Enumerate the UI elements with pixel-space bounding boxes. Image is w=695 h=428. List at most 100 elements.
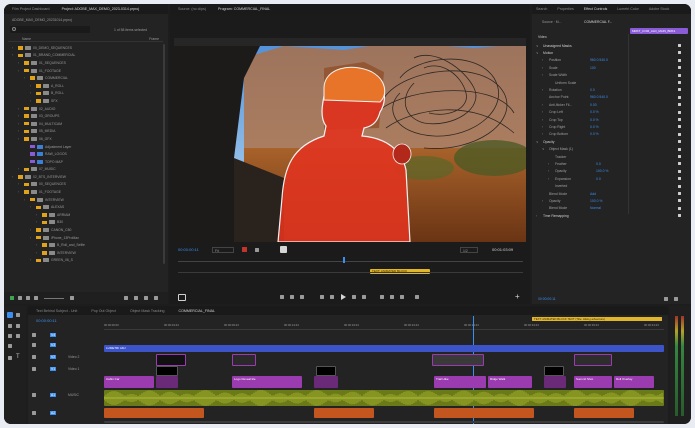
label-color-swatch[interactable]: [36, 228, 41, 232]
project-tree-row[interactable]: › 07_MUSIC: [8, 166, 163, 174]
project-tree-row[interactable]: › CANON_C80: [8, 226, 163, 234]
sfx-audio-clip[interactable]: [314, 408, 374, 418]
disclosure-icon[interactable]: ∨: [536, 44, 540, 48]
v2-clip[interactable]: [156, 366, 178, 376]
sfx-audio-clip[interactable]: [574, 408, 634, 418]
timeline-marker[interactable]: TEXT: ANIMATED BLOCK TEXT (Title: Hiking…: [532, 317, 662, 321]
play-icon[interactable]: [341, 294, 346, 300]
label-color-swatch[interactable]: [24, 114, 29, 118]
label-color-swatch[interactable]: [30, 197, 35, 202]
track-header[interactable]: A2: [32, 410, 100, 418]
disclosure-icon[interactable]: ›: [30, 91, 34, 95]
keyframe-toggle-icon[interactable]: [678, 177, 681, 181]
freeform-view-icon[interactable]: [34, 296, 38, 300]
project-tree-row[interactable]: › 00_SEQUENCES: [8, 181, 163, 189]
insert-icon[interactable]: [242, 247, 247, 252]
pen-tool-icon[interactable]: [16, 334, 20, 338]
disclosure-icon[interactable]: [24, 160, 28, 164]
disclosure-icon[interactable]: ›: [18, 137, 22, 141]
v3-clip[interactable]: [432, 354, 484, 366]
v1-clip[interactable]: Logo Reveal tile: [232, 376, 302, 388]
tab-pop-out[interactable]: Pop Out Object: [91, 309, 116, 313]
effect-property-value[interactable]: Normal: [590, 206, 601, 210]
disclosure-icon[interactable]: ›: [36, 213, 40, 217]
disclosure-icon[interactable]: ›: [30, 258, 34, 262]
project-tree-row[interactable]: › ARRIAM: [8, 211, 163, 219]
zoom-slider[interactable]: [44, 297, 64, 299]
new-item-icon[interactable]: [134, 296, 138, 300]
project-tree-row[interactable]: Adjustment Layer: [8, 143, 163, 151]
lock-icon[interactable]: [32, 393, 36, 397]
project-tree-row[interactable]: › 03_GROUPS: [8, 112, 163, 120]
disclosure-icon[interactable]: ›: [542, 88, 546, 92]
label-color-swatch[interactable]: [24, 121, 29, 126]
tab-program[interactable]: Program: COMMERCIAL_FINAL: [218, 7, 270, 11]
disclosure-icon[interactable]: ›: [30, 84, 34, 88]
label-color-swatch[interactable]: [24, 61, 29, 65]
keyframe-toggle-icon[interactable]: [678, 88, 681, 92]
project-tree-row[interactable]: › INTERVIEW: [8, 196, 163, 204]
effect-property-value[interactable]: 0.00: [590, 103, 597, 107]
timeline-timecode[interactable]: 00:00:00:11: [36, 318, 57, 323]
effect-property-row[interactable]: › Crop Left 0.0 %: [536, 109, 687, 116]
effect-property-row[interactable]: › Anti-flicker Fil... 0.00: [536, 101, 687, 108]
razor-tool-icon[interactable]: [16, 324, 20, 328]
music-audio-clip[interactable]: [104, 390, 664, 406]
go-to-in-icon[interactable]: [320, 295, 324, 299]
effect-property-value[interactable]: 0.0 %: [590, 125, 599, 129]
disclosure-icon[interactable]: ›: [542, 199, 546, 203]
keyframe-toggle-icon[interactable]: [678, 73, 681, 77]
disclosure-icon[interactable]: ›: [36, 220, 40, 224]
effect-property-value[interactable]: 0.0 %: [590, 132, 599, 136]
track-header[interactable]: A1 MUSIC: [32, 392, 100, 400]
label-color-swatch[interactable]: [36, 84, 41, 88]
disclosure-icon[interactable]: ∨: [536, 140, 540, 144]
disclosure-icon[interactable]: [24, 152, 28, 156]
effect-property-value[interactable]: 0.0: [596, 162, 601, 166]
trash-icon[interactable]: [154, 296, 158, 300]
go-to-out-icon[interactable]: [362, 295, 366, 299]
keyframe-toggle-icon[interactable]: [678, 162, 681, 166]
disclosure-icon[interactable]: ›: [12, 175, 16, 179]
effect-property-row[interactable]: ∨ Object Mask (1): [536, 146, 687, 153]
disclosure-icon[interactable]: ›: [548, 169, 552, 173]
tab-project[interactable]: Project: ADOBE_MAX_DEMO_2023-0314.prproj: [62, 7, 140, 11]
disclosure-icon[interactable]: [24, 145, 28, 149]
project-tree-row[interactable]: RAW_LOGOS: [8, 150, 163, 158]
disclosure-icon[interactable]: ›: [12, 53, 16, 57]
disclosure-icon[interactable]: ›: [24, 198, 28, 202]
label-color-swatch[interactable]: [36, 235, 41, 240]
keyframe-toggle-icon[interactable]: [678, 206, 681, 210]
column-name[interactable]: Name: [22, 37, 31, 41]
project-tree-row[interactable]: › GREEN_06_S: [8, 257, 163, 265]
disclosure-icon[interactable]: ∨: [542, 147, 546, 151]
lock-icon[interactable]: [32, 355, 36, 359]
project-tree-row[interactable]: › 01_FOOTAGE: [8, 67, 163, 75]
effect-property-row[interactable]: Blend Mode Add: [536, 190, 687, 197]
disclosure-icon[interactable]: ›: [36, 251, 40, 255]
label-color-swatch[interactable]: [30, 144, 35, 149]
program-playhead[interactable]: [343, 257, 345, 263]
label-color-swatch[interactable]: [24, 106, 29, 111]
disclosure-icon[interactable]: ›: [30, 99, 34, 103]
lock-icon[interactable]: [32, 343, 36, 347]
effect-property-row[interactable]: › Opacity 100.0 %: [536, 197, 687, 204]
selection-tool-icon[interactable]: [7, 312, 13, 318]
effect-property-row[interactable]: › Crop Bottom 0.0 %: [536, 131, 687, 138]
new-bin-icon[interactable]: [124, 296, 128, 300]
project-tree-row[interactable]: › B30: [8, 219, 163, 227]
tab-source[interactable]: Source: (no clips): [178, 7, 206, 11]
v3-clip[interactable]: [574, 354, 612, 366]
v1-clip[interactable]: Cabin Car: [104, 376, 154, 388]
effect-property-row[interactable]: Anchor Point 960.0 540.0: [536, 94, 687, 101]
project-tree-row[interactable]: › 06_GFX: [8, 135, 163, 143]
label-color-swatch[interactable]: [36, 91, 41, 96]
effect-property-row[interactable]: › Time Remapping: [536, 212, 687, 219]
disclosure-icon[interactable]: ›: [24, 76, 28, 80]
track-target[interactable]: A1: [50, 393, 57, 397]
project-tree-row[interactable]: › 01_BRAND_COMMERCIAL: [8, 52, 163, 60]
mark-in-icon[interactable]: [280, 295, 284, 299]
lock-icon[interactable]: [32, 333, 36, 337]
project-tree-row[interactable]: › INTERVIEW: [8, 249, 163, 257]
list-view-icon[interactable]: [18, 296, 22, 300]
